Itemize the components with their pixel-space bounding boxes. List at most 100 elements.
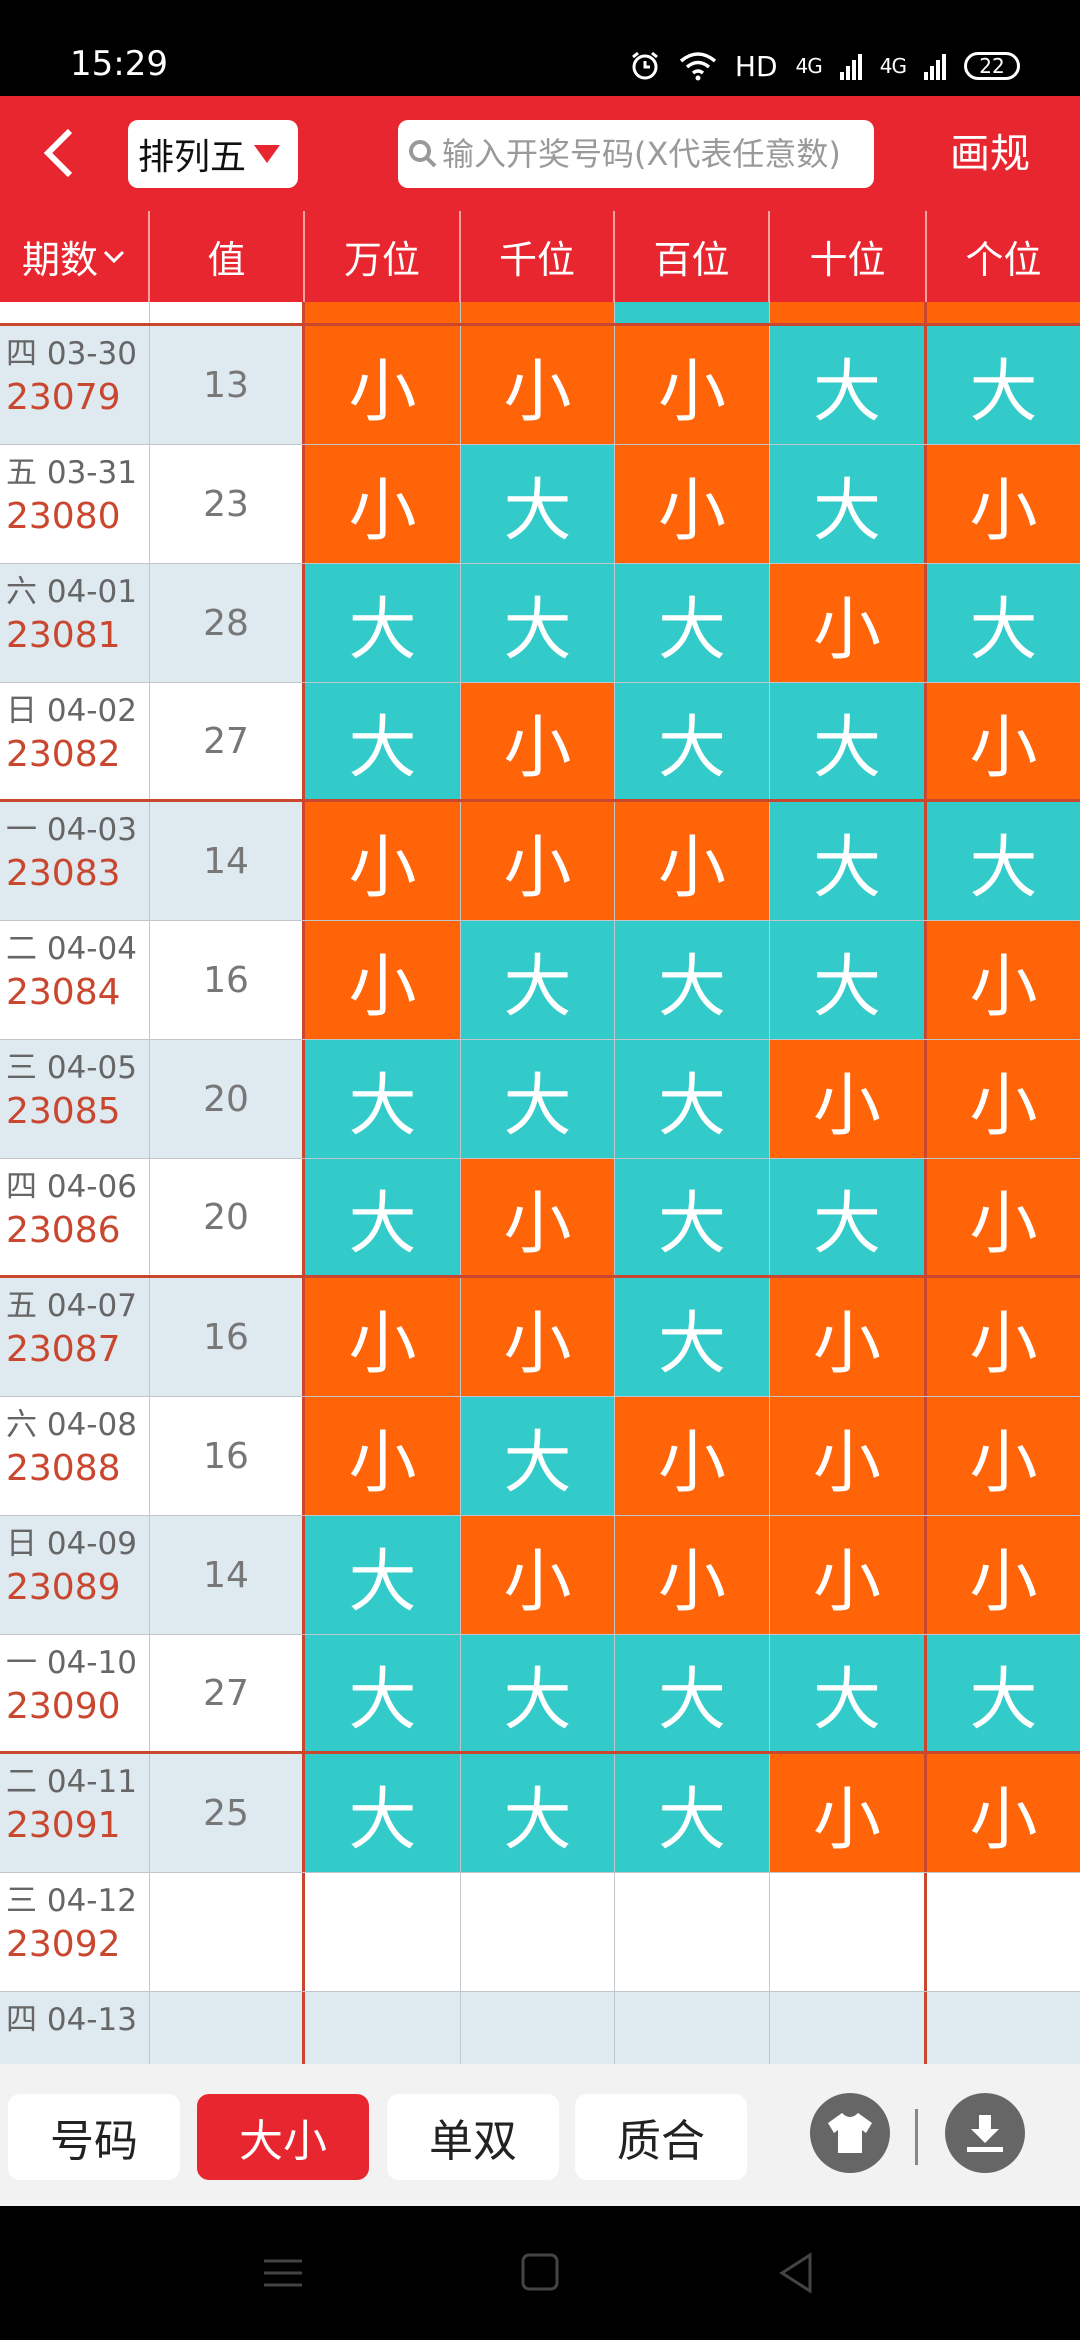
sum-value-cell: 16 — [150, 1397, 305, 1515]
search-input[interactable] — [442, 135, 862, 173]
signal-2-label: 4G — [879, 54, 907, 78]
issue-cell: 四 04-06 23086 — [0, 1159, 150, 1275]
issue-cell: 三 04-12 23092 — [0, 1873, 150, 1991]
position-cell: 小 — [770, 1754, 927, 1872]
tab-odd-even[interactable]: 单双 — [387, 2094, 559, 2180]
position-cell: 大 — [770, 1635, 927, 1751]
position-cell: 大 — [615, 1159, 770, 1275]
position-cell: 大 — [461, 921, 615, 1039]
issue-cell: 日 04-09 23089 — [0, 1516, 150, 1634]
position-cell: 大 — [927, 564, 1080, 682]
top-bar: 排列五 画规 — [0, 96, 1080, 211]
draw-date: 四 04-06 — [6, 1169, 137, 1205]
sum-value-cell — [150, 1992, 305, 2064]
draw-rule-button[interactable]: 画规 — [950, 124, 1030, 184]
issue-cell: 一 04-03 23083 — [0, 802, 150, 920]
trend-grid[interactable]: 四 03-30 23079 13 小小小大大五 03-31 23080 23 小大小大小六 … — [0, 302, 1080, 2064]
chevron-down-icon — [103, 250, 125, 263]
trend-grid-rows: 四 03-30 23079 13 小小小大大五 03-31 23080 23 小大小大小六 … — [0, 302, 1080, 2064]
position-cell: 小 — [927, 1159, 1080, 1275]
position-cell: 小 — [927, 1754, 1080, 1872]
back-button[interactable] — [30, 121, 90, 186]
position-cell: 小 — [305, 326, 461, 444]
sum-value-cell — [150, 1873, 305, 1991]
position-cell: 大 — [305, 1635, 461, 1751]
sum-value-cell: 28 — [150, 564, 305, 682]
signal-bars-icon — [839, 54, 862, 80]
nav-back-button[interactable] — [772, 2251, 822, 2295]
position-cell: 大 — [305, 564, 461, 682]
position-cell — [770, 1992, 927, 2064]
table-row: 四 04-06 23086 20 大小大大小 — [0, 1159, 1080, 1278]
issue-cell: 五 04-07 23087 — [0, 1278, 150, 1396]
position-cell: 大 — [461, 1397, 615, 1515]
issue-number: 23083 — [6, 853, 121, 894]
position-cell: 大 — [615, 683, 770, 799]
position-cell: 小 — [770, 1397, 927, 1515]
position-cell: 小 — [927, 1516, 1080, 1634]
table-row: 一 04-03 23083 14 小小小大大 — [0, 802, 1080, 921]
position-cell: 大 — [615, 564, 770, 682]
tshirt-icon — [828, 2113, 872, 2153]
position-cell: 小 — [305, 445, 461, 563]
position-cell: 大 — [770, 802, 927, 920]
sum-value-cell: 23 — [150, 445, 305, 563]
issue-number: 23079 — [6, 377, 121, 418]
position-cell: 大 — [927, 1635, 1080, 1751]
position-cell: 大 — [305, 1159, 461, 1275]
issue-number: 23082 — [6, 734, 121, 775]
sum-value-cell: 14 — [150, 1516, 305, 1634]
table-row: 二 04-04 23084 16 小大大大小 — [0, 921, 1080, 1040]
position-cell: 小 — [615, 445, 770, 563]
column-ten-thousands: 万位 — [305, 211, 461, 302]
position-cell — [770, 1873, 927, 1991]
issue-number: 23087 — [6, 1329, 121, 1370]
table-row: 六 04-08 23088 16 小大小小小 — [0, 1397, 1080, 1516]
column-header: 期数 值 万位 千位 百位 十位 个位 — [0, 211, 1080, 302]
lottery-type-select[interactable]: 排列五 — [128, 120, 298, 188]
issue-cell: 四 03-30 23079 — [0, 326, 150, 444]
position-cell: 小 — [461, 683, 615, 799]
search-icon — [409, 140, 437, 168]
table-row: 五 04-07 23087 16 小小大小小 — [0, 1278, 1080, 1397]
tab-prime-composite[interactable]: 质合 — [575, 2094, 747, 2180]
skin-button[interactable] — [810, 2093, 890, 2173]
sum-value-cell: 16 — [150, 921, 305, 1039]
sum-value-cell: 20 — [150, 1159, 305, 1275]
position-cell: 大 — [461, 445, 615, 563]
sum-value-cell: 14 — [150, 802, 305, 920]
position-cell: 大 — [461, 1635, 615, 1751]
issue-cell: 六 04-01 23081 — [0, 564, 150, 682]
issue-number: 23090 — [6, 1686, 121, 1727]
column-tens: 十位 — [770, 211, 927, 302]
position-cell: 小 — [461, 1516, 615, 1634]
position-cell: 大 — [615, 1754, 770, 1872]
position-cell — [461, 1873, 615, 1991]
draw-date: 二 04-04 — [6, 931, 137, 967]
hd-indicator: HD — [734, 49, 778, 83]
position-cell: 小 — [927, 921, 1080, 1039]
nav-home-button[interactable] — [515, 2251, 565, 2295]
position-cell: 小 — [615, 802, 770, 920]
position-cell: 小 — [305, 1397, 461, 1515]
alarm-icon — [631, 51, 658, 80]
draw-date: 四 03-30 — [6, 336, 137, 372]
column-issue-sort[interactable]: 期数 — [0, 211, 150, 302]
position-cell: 大 — [770, 921, 927, 1039]
caret-down-icon — [254, 145, 281, 163]
download-button[interactable] — [945, 2093, 1025, 2173]
issue-cell: 二 04-11 23091 — [0, 1754, 150, 1872]
search-box[interactable] — [398, 120, 874, 188]
draw-date: 日 04-09 — [6, 1526, 137, 1562]
tab-number[interactable]: 号码 — [8, 2094, 180, 2180]
tab-size[interactable]: 大小 — [197, 2094, 369, 2180]
position-cell — [305, 1992, 461, 2064]
sum-value-cell: 16 — [150, 1278, 305, 1396]
nav-menu-button[interactable] — [258, 2251, 308, 2295]
toolbar-divider — [915, 2109, 918, 2165]
position-cell: 大 — [770, 326, 927, 444]
issue-number: 23086 — [6, 1210, 121, 1251]
download-icon — [967, 2115, 1003, 2152]
position-cell: 大 — [770, 683, 927, 799]
issue-cell: 日 04-02 23082 — [0, 683, 150, 799]
